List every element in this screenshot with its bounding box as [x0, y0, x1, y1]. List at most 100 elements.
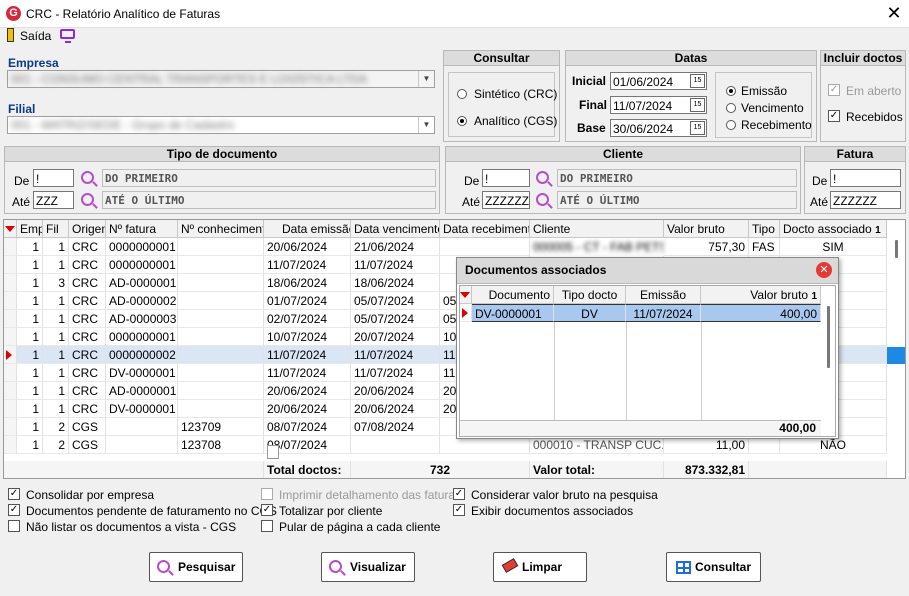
col-emissao[interactable]: Data emissão [264, 220, 351, 238]
cell-fil: 1 [43, 382, 69, 400]
cell-origem: CGS [69, 436, 106, 454]
row-indicator[interactable] [4, 256, 17, 274]
chevron-down-icon[interactable]: ▼ [418, 117, 434, 133]
cell-fatura: 0000000001 [106, 238, 178, 256]
cell-conhecimento: 123709 [178, 418, 264, 436]
checkbox-consolidar[interactable]: ✓ [8, 488, 20, 500]
radio-emissao[interactable] [726, 86, 736, 96]
checkbox-exibir[interactable]: ✓ [453, 504, 465, 516]
row-indicator[interactable] [4, 436, 17, 454]
cell-emp: 1 [17, 382, 43, 400]
row-indicator[interactable] [4, 292, 17, 310]
search-icon[interactable] [536, 193, 549, 206]
date-final-input[interactable]: 11/07/2024 15 [610, 96, 707, 114]
chevron-down-icon[interactable]: ▼ [418, 71, 434, 87]
row-indicator[interactable] [4, 382, 17, 400]
popup-scrollbar-thumb[interactable] [827, 306, 830, 368]
pesquisar-label: Pesquisar [178, 560, 236, 574]
checkbox-totalizar[interactable]: ✓ [261, 504, 273, 516]
calendar-icon[interactable]: 15 [690, 74, 705, 88]
fatura-ate-input[interactable]: ZZZZZZ [830, 191, 901, 209]
radio-analitico[interactable] [457, 116, 467, 126]
checkbox-considerar[interactable]: ✓ [453, 488, 465, 500]
visualizar-button[interactable]: Visualizar [321, 552, 415, 582]
final-label: Final [579, 98, 608, 112]
popup-grid[interactable]: Documento Tipo docto Emissão Valor bruto… [459, 285, 836, 437]
col-fil[interactable]: Fil [43, 220, 69, 238]
cell-emp: 1 [17, 364, 43, 382]
col-fatura[interactable]: Nº fatura [106, 220, 178, 238]
row-indicator[interactable] [4, 274, 17, 292]
search-icon[interactable] [536, 171, 549, 184]
cell-vencimento: 11/07/2024 [351, 364, 440, 382]
calendar-icon[interactable]: 15 [690, 98, 705, 112]
row-indicator[interactable] [4, 346, 17, 364]
tipo-ate-input[interactable]: ZZZ [33, 191, 74, 209]
search-icon[interactable] [81, 171, 94, 184]
row-indicator[interactable] [4, 400, 17, 418]
popup-col-valor[interactable]: Valor bruto 1 [701, 286, 821, 304]
col-valor[interactable]: Valor bruto [664, 220, 749, 238]
close-icon[interactable]: ✕ [884, 3, 904, 23]
col-conhecimento[interactable]: Nº conhecimento [178, 220, 264, 238]
empresa-select[interactable]: 001 - CONSUMO CENTRAL TRANSPORTES E LOGÍ… [7, 70, 435, 88]
col-emp[interactable]: Emp [17, 220, 43, 238]
checkbox-pular[interactable] [261, 520, 273, 532]
checkbox-recebidos[interactable]: ✓ [828, 110, 840, 122]
popup-scrollbar[interactable] [821, 304, 835, 420]
checkbox-nao-listar[interactable] [8, 520, 20, 532]
checkbox-em-aberto[interactable]: ✓ [828, 84, 840, 96]
tipo-de-input[interactable]: ! [33, 169, 74, 187]
cell-origem: CRC [69, 238, 106, 256]
date-base-input[interactable]: 30/06/2024 15 [610, 119, 707, 137]
col-tipo[interactable]: Tipo [749, 220, 780, 238]
cell-emissao: 11/07/2024 [264, 346, 351, 364]
exit-icon[interactable] [7, 28, 14, 42]
pesquisar-button[interactable]: Pesquisar [149, 552, 243, 582]
exit-button[interactable]: Saída [20, 29, 51, 43]
popup-col-documento[interactable]: Documento [472, 286, 554, 304]
empresa-label: Empresa [8, 56, 59, 70]
fatura-de-input[interactable]: ! [830, 169, 901, 187]
cell-conhecimento [178, 382, 264, 400]
consultar-button[interactable]: Consultar [666, 552, 761, 582]
radio-recebimento[interactable] [726, 120, 736, 130]
cliente-ate-input[interactable]: ZZZZZZ [482, 191, 530, 209]
col-docto-associado[interactable]: Docto associado 1 [780, 220, 887, 238]
col-recebimento[interactable]: Data recebimento [440, 220, 530, 238]
valor-total-value: 873.332,81 [664, 461, 749, 478]
popup-row-indicator[interactable] [460, 304, 472, 322]
cliente-ate-desc-text: ATÉ O ÚLTIMO [560, 194, 640, 207]
cell-emissao: 20/06/2024 [264, 382, 351, 400]
radio-vencimento[interactable] [726, 103, 736, 113]
checkbox-pendentes[interactable]: ✓ [8, 504, 20, 516]
col-cliente[interactable]: Cliente [530, 220, 664, 238]
radio-sintetico[interactable] [457, 89, 467, 99]
row-indicator[interactable] [4, 238, 17, 256]
popup-col-tipo[interactable]: Tipo docto [554, 286, 626, 304]
datas-title: Datas [566, 51, 816, 66]
limpar-button[interactable]: Limpar [493, 552, 587, 582]
filial-select[interactable]: 001 - MATRIZ/SEDE - Grupo de Cadastro ▼ [7, 116, 435, 134]
cliente-ate-label: Até [462, 195, 481, 209]
documentos-associados-popup[interactable]: Documentos associados ✕ Documento Tipo d… [456, 257, 839, 439]
row-indicator[interactable] [4, 418, 17, 436]
col-vencimento[interactable]: Data vencimento [351, 220, 440, 238]
cell-fatura: DV-0000001 [106, 400, 178, 418]
grid-scrollbar-thumb[interactable] [895, 240, 898, 258]
cliente-de-input[interactable]: ! [482, 169, 530, 187]
footer-blank-right [749, 461, 887, 478]
monitor-icon[interactable] [60, 29, 75, 43]
search-icon[interactable] [81, 193, 94, 206]
calendar-icon[interactable]: 15 [690, 121, 705, 135]
row-indicator[interactable] [4, 328, 17, 346]
date-inicial-input[interactable]: 01/06/2024 15 [610, 72, 707, 90]
close-icon[interactable]: ✕ [816, 262, 832, 278]
checkbox-imprimir[interactable] [261, 488, 273, 500]
row-indicator[interactable] [4, 310, 17, 328]
cell-origem: CRC [69, 400, 106, 418]
row-indicator[interactable] [4, 364, 17, 382]
popup-col-emissao[interactable]: Emissão [626, 286, 701, 304]
radio-emissao-label: Emissão [741, 84, 788, 98]
col-origem[interactable]: Origem [69, 220, 106, 238]
